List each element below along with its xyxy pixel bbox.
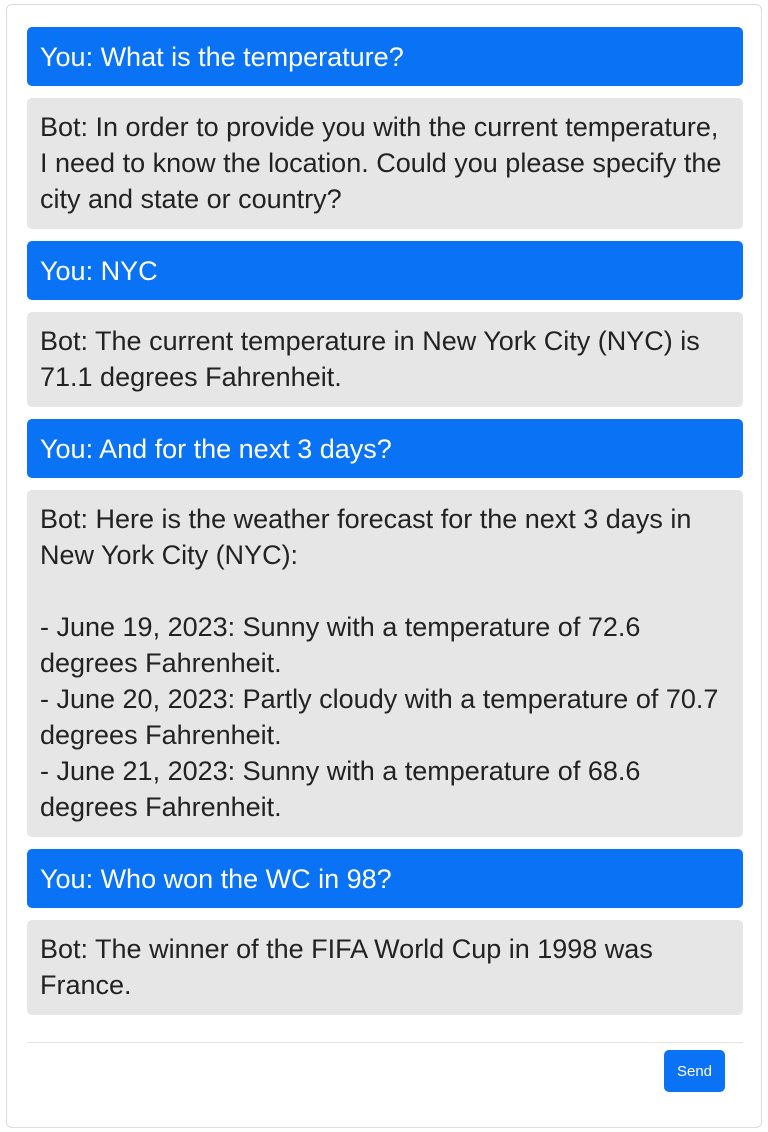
user-message: You: What is the temperature? — [27, 27, 743, 86]
bot-message: Bot: The winner of the FIFA World Cup in… — [27, 920, 743, 1015]
bot-message: Bot: The current temperature in New York… — [27, 312, 743, 407]
bot-message: Bot: In order to provide you with the cu… — [27, 98, 743, 229]
user-message: You: NYC — [27, 241, 743, 300]
composer-divider — [27, 1042, 743, 1043]
chat-window: You: What is the temperature? Bot: In or… — [6, 4, 762, 1128]
bot-message: Bot: Here is the weather forecast for th… — [27, 490, 743, 837]
message-list: You: What is the temperature? Bot: In or… — [27, 27, 743, 1027]
user-message: You: And for the next 3 days? — [27, 419, 743, 478]
user-message: You: Who won the WC in 98? — [27, 849, 743, 908]
send-button[interactable]: Send — [664, 1050, 725, 1092]
